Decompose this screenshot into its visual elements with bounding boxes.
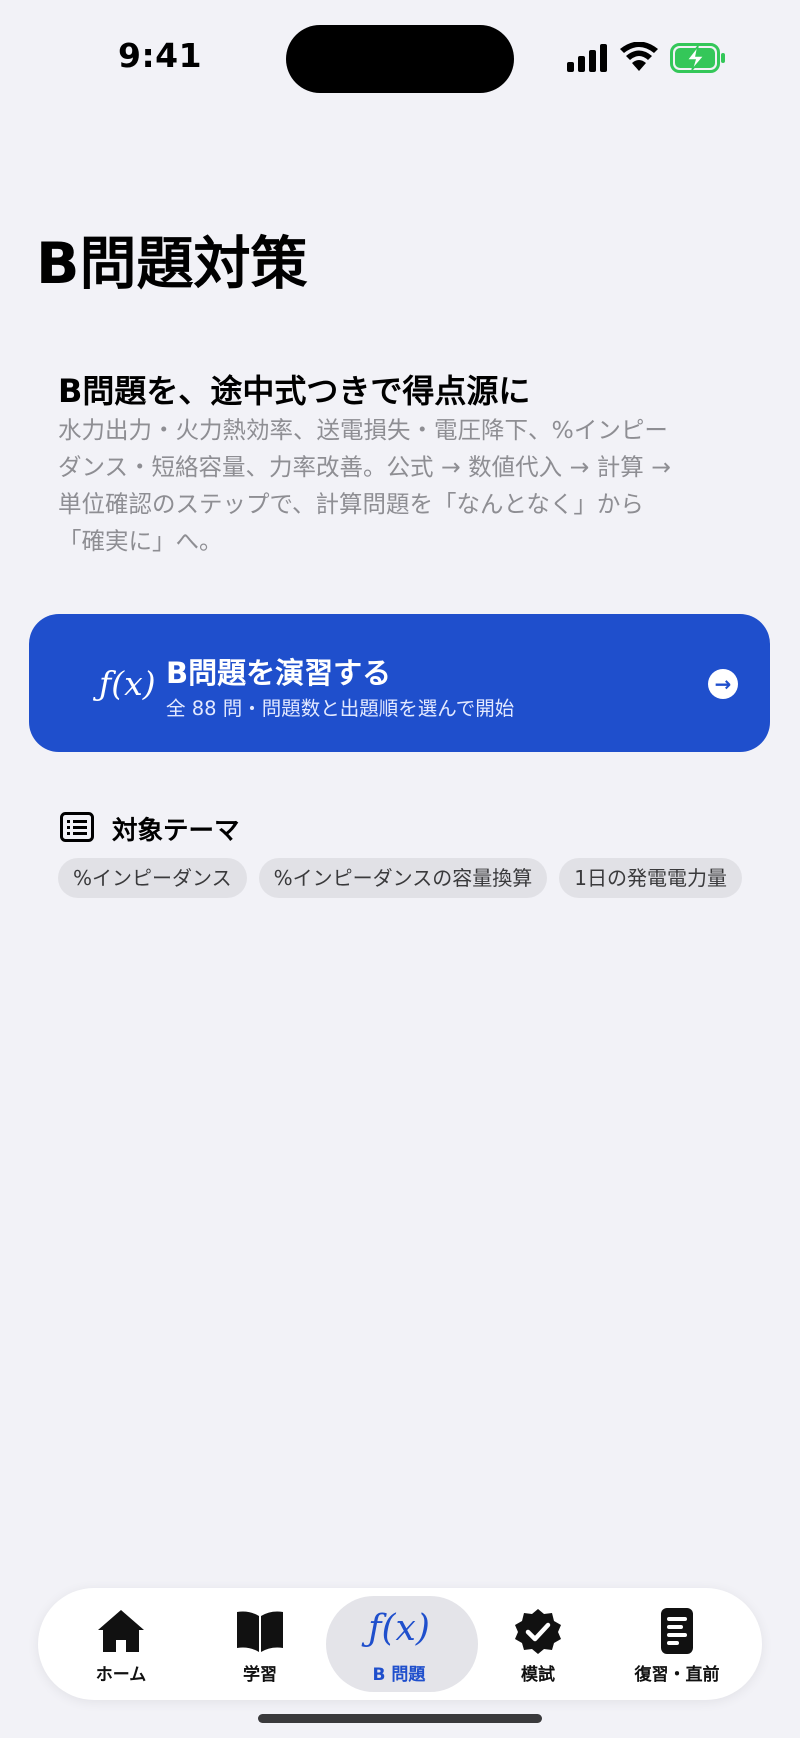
tab-study[interactable]: 学習: [190, 1588, 330, 1700]
hero-title: B問題を、途中式つきで得点源に: [58, 372, 531, 410]
status-time: 9:41: [118, 36, 203, 75]
tab-b-problems[interactable]: ƒ(x) B 問題: [326, 1588, 478, 1700]
book-icon: [237, 1611, 283, 1652]
page-title: B問題対策: [36, 231, 308, 297]
themes-title: 対象テーマ: [112, 816, 240, 846]
theme-chip[interactable]: 1日の発電電力量: [559, 858, 742, 898]
battery-charging-icon: [670, 43, 725, 73]
fx-icon: ƒ(x): [368, 1608, 430, 1649]
tab-label: 復習・直前: [634, 1665, 720, 1685]
home-indicator: [258, 1714, 542, 1723]
hero-description: 水力出力・火力熱効率、送電損失・電圧降下、%インピー ダンス・短絡容量、力率改善…: [58, 416, 671, 555]
tab-home[interactable]: ホーム: [51, 1588, 191, 1700]
tab-label: 模試: [521, 1665, 555, 1685]
tab-label: B 問題: [372, 1665, 426, 1685]
tab-review[interactable]: 復習・直前: [607, 1588, 747, 1700]
dynamic-island: [286, 25, 514, 93]
tab-label: 学習: [243, 1665, 277, 1685]
arrow-right-circle-icon: →: [708, 669, 738, 699]
document-icon: [661, 1608, 693, 1654]
cellular-signal-icon: [567, 44, 607, 72]
list-document-icon: [60, 812, 94, 842]
theme-chips: %インピーダンス %インピーダンスの容量換算 1日の発電電力量: [58, 858, 742, 900]
tab-bar: ホーム 学習 ƒ(x) B 問題 模試 復習・直前: [38, 1588, 762, 1700]
tab-label: ホーム: [95, 1665, 147, 1685]
house-icon: [98, 1610, 144, 1652]
cta-title: B問題を演習する: [166, 656, 392, 690]
checkmark-seal-icon: [515, 1609, 561, 1654]
theme-chip[interactable]: %インピーダンスの容量換算: [258, 858, 548, 898]
practice-b-problems-button[interactable]: ƒ(x) B問題を演習する 全 88 問・問題数と出題順を選んで開始 →: [29, 614, 770, 752]
cta-subtitle: 全 88 問・問題数と出題順を選んで開始: [166, 697, 515, 720]
tab-mock-exam[interactable]: 模試: [468, 1588, 608, 1700]
theme-chip[interactable]: %インピーダンス: [58, 858, 247, 898]
wifi-icon: [620, 42, 658, 71]
fx-icon: ƒ(x): [99, 664, 156, 703]
